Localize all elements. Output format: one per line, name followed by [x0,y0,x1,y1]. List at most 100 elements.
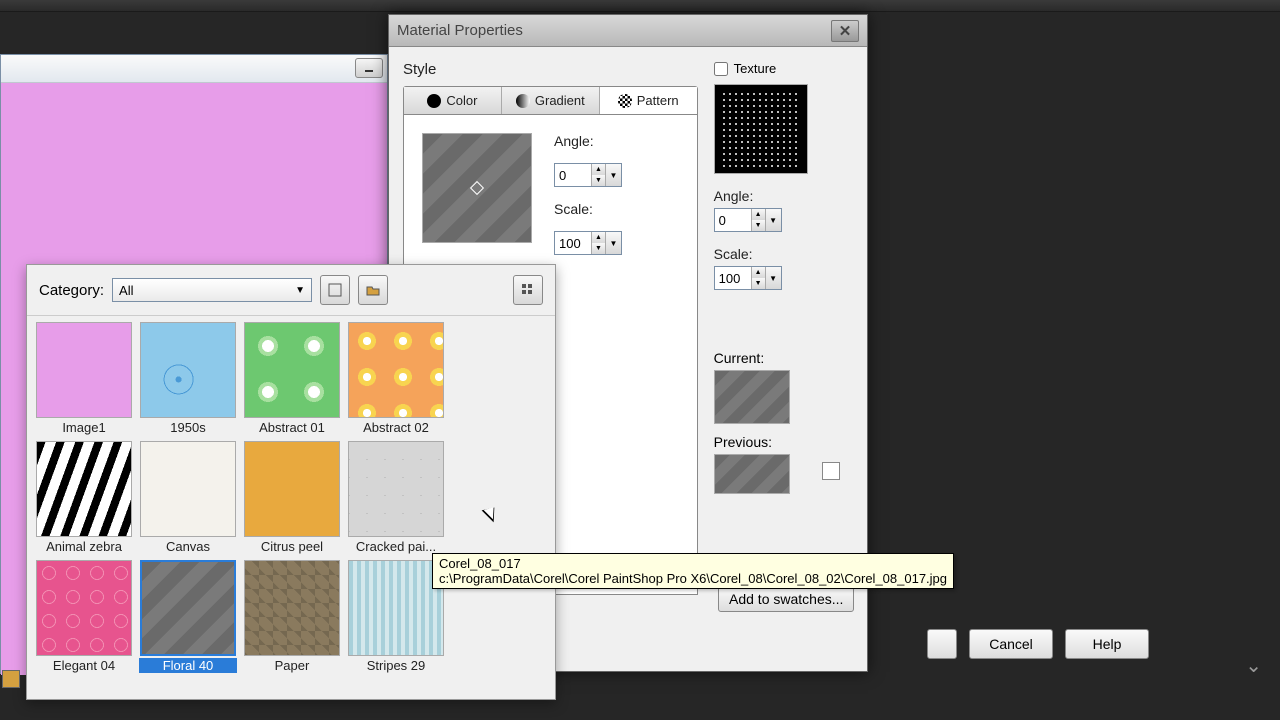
scale-label: Scale: [554,201,622,217]
thumb-image [348,560,444,656]
view-mode-button-2[interactable] [358,275,388,305]
tex-scale-input[interactable]: ▲▼ ▼ [714,266,782,290]
scale-field[interactable] [555,232,591,254]
canvas-titlebar[interactable] [1,55,387,83]
style-label: Style [403,61,698,78]
texture-check-input[interactable] [714,62,728,76]
pattern-thumb[interactable]: Stripes 29 [347,560,445,673]
tab-color[interactable]: Color [404,87,502,114]
taskbar-icon[interactable] [2,670,20,688]
thumb-label: Canvas [139,539,237,554]
angle-up-icon[interactable]: ▲ [592,164,605,175]
thumb-image [36,441,132,537]
tex-scale-down-icon[interactable]: ▼ [752,278,765,289]
pattern-thumb[interactable]: Floral 40 [139,560,237,673]
category-value: All [119,283,133,298]
thumb-label: Floral 40 [139,658,237,673]
thumb-image [36,560,132,656]
gradient-icon [516,94,530,108]
pattern-thumb[interactable]: Abstract 01 [243,322,341,435]
tab-gradient-label: Gradient [535,93,585,108]
tex-scale-up-icon[interactable]: ▲ [752,267,765,278]
current-swatch[interactable] [714,370,790,424]
scale-input[interactable]: ▲▼ ▼ [554,231,622,255]
dialog-title-text: Material Properties [397,22,523,39]
thumb-label: Citrus peel [243,539,341,554]
pattern-thumb[interactable]: 1950s [139,322,237,435]
angle-input[interactable]: ▲▼ ▼ [554,163,622,187]
scale-down-icon[interactable]: ▼ [592,243,605,254]
thumb-image [244,441,340,537]
folder-icon [366,283,380,297]
pattern-thumb[interactable]: Cracked pai... [347,441,445,554]
app-top-bar [0,0,1280,12]
thumb-label: Abstract 02 [347,420,445,435]
ok-button-partial[interactable] [927,629,957,659]
pattern-thumb[interactable]: Paper [243,560,341,673]
category-combo[interactable]: All ▼ [112,278,312,302]
angle-down-icon[interactable]: ▼ [592,175,605,186]
pattern-thumb[interactable]: Abstract 02 [347,322,445,435]
thumb-label: Animal zebra [35,539,133,554]
scale-dropdown-icon[interactable]: ▼ [605,232,621,254]
tex-angle-field[interactable] [715,209,751,231]
tooltip: Corel_08_017 c:\ProgramData\Corel\Corel … [432,553,954,589]
thumb-label: Image1 [35,420,133,435]
tex-angle-dd-icon[interactable]: ▼ [765,209,781,231]
view-mode-button-1[interactable] [320,275,350,305]
thumb-label: Paper [243,658,341,673]
help-button[interactable]: Help [1065,629,1149,659]
collapse-chevron-icon[interactable]: ⌄ [1245,653,1262,678]
tab-color-label: Color [446,93,477,108]
angle-label: Angle: [554,133,622,149]
texture-checkbox[interactable]: Texture [714,61,853,76]
pattern-icon [618,94,632,108]
add-to-swatches-button[interactable]: Add to swatches... [718,586,854,612]
color-icon [427,94,441,108]
style-tabs: Color Gradient Pattern [403,86,698,115]
thumb-image [36,322,132,418]
angle-dropdown-icon[interactable]: ▼ [605,164,621,186]
pattern-thumb[interactable]: Elegant 04 [35,560,133,673]
tab-pattern-label: Pattern [637,93,679,108]
tex-scale-dd-icon[interactable]: ▼ [765,267,781,289]
thumb-label: Abstract 01 [243,420,341,435]
angle-field[interactable] [555,164,591,186]
tex-scale-label: Scale: [714,246,853,262]
grid-view-button[interactable] [513,275,543,305]
current-label: Current: [714,350,853,366]
pattern-preview[interactable] [422,133,532,243]
chevron-down-icon: ▼ [295,285,305,296]
tex-angle-down-icon[interactable]: ▼ [752,220,765,231]
pattern-thumb[interactable]: Image1 [35,322,133,435]
cancel-button[interactable]: Cancel [969,629,1053,659]
dialog-titlebar[interactable]: Material Properties ✕ [389,15,867,47]
close-button[interactable]: ✕ [831,20,859,42]
tooltip-name: Corel_08_017 [439,556,947,571]
thumb-label: Cracked pai... [347,539,445,554]
pattern-thumb[interactable]: Citrus peel [243,441,341,554]
thumb-image [348,322,444,418]
mouse-cursor-icon [486,504,500,526]
tex-angle-up-icon[interactable]: ▲ [752,209,765,220]
thumb-image [348,441,444,537]
thumb-image [140,322,236,418]
texture-preview[interactable] [714,84,808,174]
grid-small-icon [328,283,342,297]
previous-swatch[interactable] [714,454,790,494]
thumb-image [244,322,340,418]
pattern-thumb[interactable]: Animal zebra [35,441,133,554]
tex-scale-field[interactable] [715,267,751,289]
texture-label: Texture [734,61,777,76]
thumb-label: Stripes 29 [347,658,445,673]
close-icon: ✕ [839,22,852,40]
pattern-thumb[interactable]: Canvas [139,441,237,554]
tex-angle-input[interactable]: ▲▼ ▼ [714,208,782,232]
grid-icon [521,283,535,297]
scale-up-icon[interactable]: ▲ [592,232,605,243]
tab-pattern[interactable]: Pattern [600,87,697,114]
tab-gradient[interactable]: Gradient [502,87,600,114]
swatch-mode-icon[interactable] [822,462,840,480]
minimize-button[interactable] [355,58,383,78]
thumb-label: Elegant 04 [35,658,133,673]
